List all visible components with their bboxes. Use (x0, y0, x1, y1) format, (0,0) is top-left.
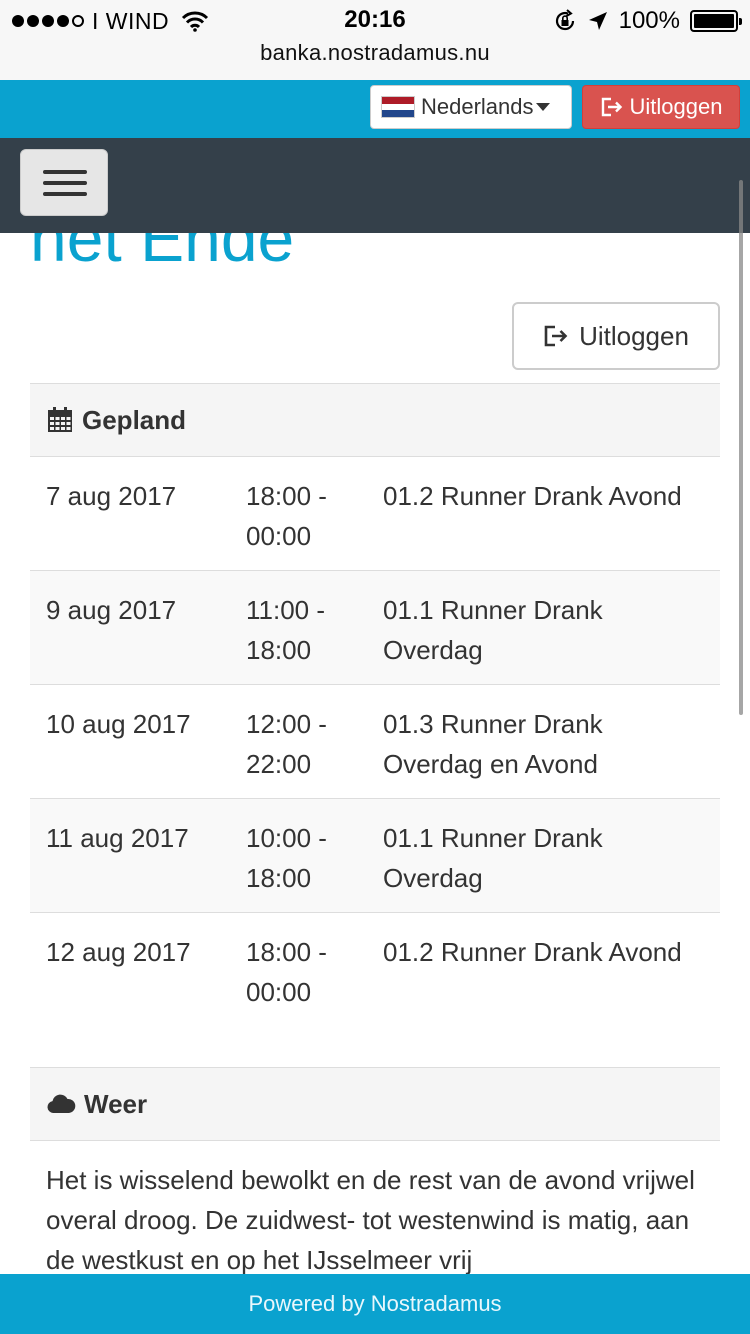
calendar-icon (48, 407, 72, 432)
shift-time: 10:00 - 18:00 (246, 823, 327, 893)
footer-text: Powered by Nostradamus (248, 1291, 502, 1316)
navbar (0, 138, 750, 233)
status-bar: I WIND 20:16 100% banka.nostradamus.nu (0, 0, 750, 80)
weather-description: Het is wisselend bewolkt en de rest van … (46, 1165, 695, 1275)
shift-task: 01.3 Runner Drank Overdag en Avond (383, 709, 603, 779)
weather-heading-label: Weer (84, 1088, 148, 1119)
location-arrow-icon (588, 12, 607, 30)
cloud-icon (47, 1094, 76, 1113)
table-row: 10 aug 2017 12:00 - 22:00 01.3 Runner Dr… (30, 685, 720, 799)
schedule-heading: Gepland (30, 383, 720, 457)
table-row: 9 aug 2017 11:00 - 18:00 01.1 Runner Dra… (30, 571, 720, 685)
battery-icon (690, 10, 742, 32)
shift-date: 11 aug 2017 (46, 823, 189, 853)
logout-button[interactable]: Uitloggen (512, 302, 720, 370)
shift-date: 10 aug 2017 (46, 709, 191, 739)
shift-task: 01.2 Runner Drank Avond (383, 937, 682, 967)
netherlands-flag-icon (381, 96, 415, 118)
scrollbar[interactable] (739, 180, 743, 715)
shift-time: 11:00 - 18:00 (246, 595, 326, 665)
logout-label: Uitloggen (579, 320, 689, 351)
table-row: 11 aug 2017 10:00 - 18:00 01.1 Runner Dr… (30, 799, 720, 913)
shift-time: 18:00 - 00:00 (246, 481, 327, 551)
top-bar: Nederlands Uitloggen (0, 80, 750, 138)
weather-heading: Weer (30, 1067, 720, 1141)
schedule-table: 7 aug 2017 18:00 - 00:00 01.2 Runner Dra… (30, 457, 720, 1027)
caret-down-icon (535, 103, 550, 111)
logout-label: Uitloggen (629, 94, 723, 119)
logout-icon (544, 325, 568, 347)
address-bar-url[interactable]: banka.nostradamus.nu (0, 40, 750, 66)
shift-time: 18:00 - 00:00 (246, 937, 327, 1007)
shift-date: 9 aug 2017 (46, 595, 177, 625)
shift-date: 7 aug 2017 (46, 481, 177, 511)
shift-task: 01.1 Runner Drank Overdag (383, 595, 603, 665)
shift-time: 12:00 - 22:00 (246, 709, 327, 779)
menu-toggle-button[interactable] (20, 149, 108, 216)
shift-date: 12 aug 2017 (46, 937, 191, 967)
table-row: 12 aug 2017 18:00 - 00:00 01.2 Runner Dr… (30, 913, 720, 1027)
language-label: Nederlands (421, 94, 534, 119)
shift-task: 01.2 Runner Drank Avond (383, 481, 682, 511)
schedule-heading-label: Gepland (82, 404, 187, 435)
table-row: 7 aug 2017 18:00 - 00:00 01.2 Runner Dra… (30, 457, 720, 571)
shift-task: 01.1 Runner Drank Overdag (383, 823, 603, 893)
logout-icon (601, 97, 622, 117)
footer: Powered by Nostradamus (0, 1274, 750, 1334)
language-select[interactable]: Nederlands (370, 85, 572, 129)
rotation-lock-icon (555, 9, 574, 31)
logout-button-top[interactable]: Uitloggen (582, 85, 740, 129)
battery-percent: 100% (618, 7, 680, 34)
